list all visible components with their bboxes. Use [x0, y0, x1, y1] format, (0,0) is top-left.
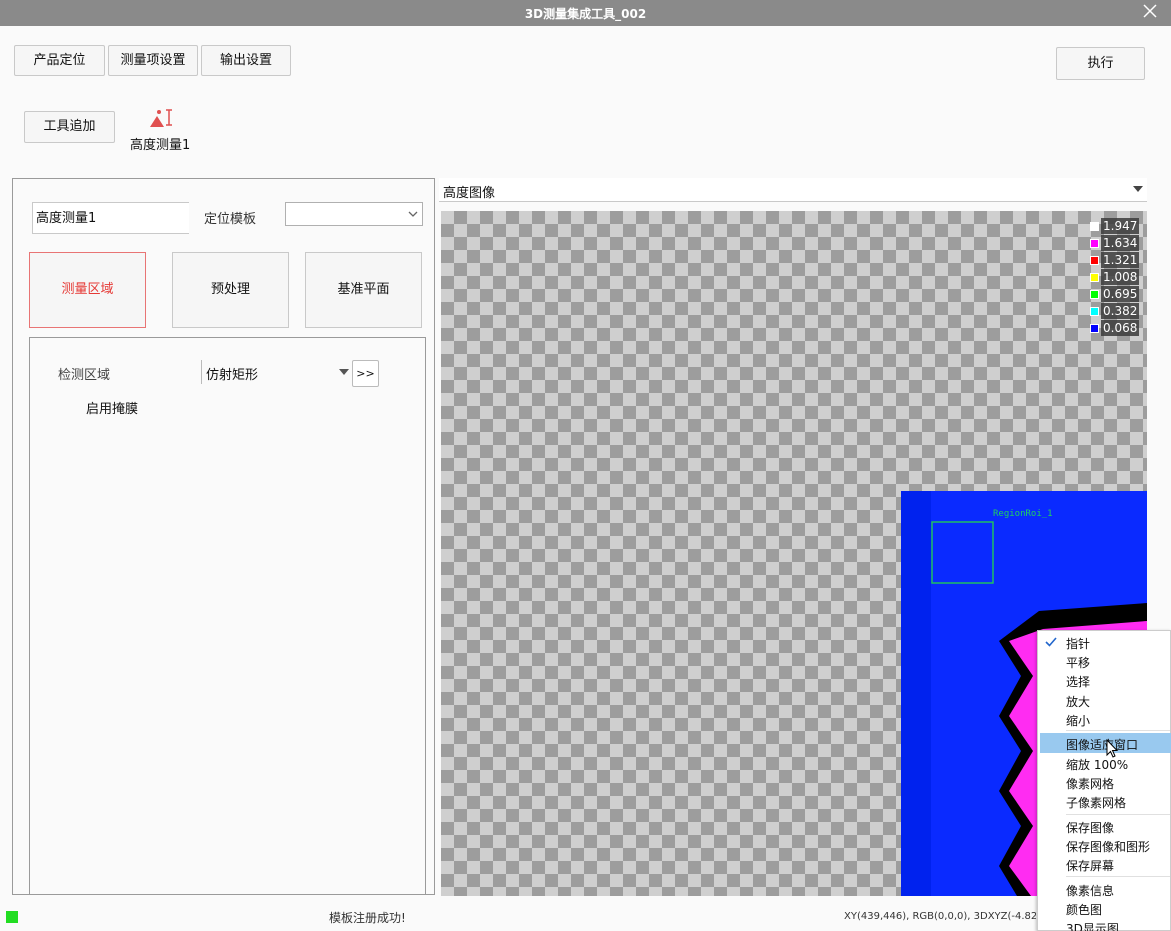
tab-output-settings[interactable]: 输出设置 — [201, 45, 291, 76]
legend-value: 1.008 — [1101, 269, 1140, 285]
tool-item-label[interactable]: 高度测量1 — [130, 134, 190, 153]
legend-swatch — [1090, 273, 1099, 282]
enable-mask-label[interactable]: 启用掩膜 — [86, 398, 138, 417]
status-coordinates: XY(439,446), RGB(0,0,0), 3DXYZ(-4.828,-1… — [844, 911, 1036, 922]
roi-label: RegionRoi_1 — [993, 509, 1053, 519]
menu-item-pixel-grid[interactable]: 像素网格 — [1066, 775, 1114, 792]
dropdown-arrow-icon — [1133, 186, 1143, 192]
menu-item-pan[interactable]: 平移 — [1066, 654, 1090, 671]
menu-item-zoom-out[interactable]: 缩小 — [1066, 712, 1090, 729]
mouse-cursor-icon — [1106, 739, 1119, 758]
section-preprocess-button[interactable]: 预处理 — [172, 252, 289, 328]
legend-value: 1.947 — [1101, 218, 1140, 234]
menu-item-save-image-graphics[interactable]: 保存图像和图形 — [1066, 838, 1150, 855]
legend-row: 1.321 — [1088, 252, 1140, 269]
menu-separator — [1066, 876, 1170, 877]
menu-item-pointer[interactable]: 指针 — [1066, 635, 1090, 652]
status-message: 模板注册成功! — [329, 911, 406, 925]
section-reference-plane-button[interactable]: 基准平面 — [305, 252, 422, 328]
menu-item-3d-view[interactable]: 3D显示图 — [1066, 920, 1119, 931]
menu-separator — [1066, 730, 1170, 731]
legend-row: 1.634 — [1088, 235, 1140, 252]
image-type-select[interactable]: 高度图像 — [439, 178, 1147, 202]
section-measure-area-button[interactable]: 测量区域 — [29, 252, 146, 328]
detect-area-select[interactable]: 仿射矩形 — [201, 360, 351, 384]
locate-template-label: 定位模板 — [204, 212, 257, 227]
legend-swatch — [1090, 290, 1099, 299]
chevron-down-icon — [408, 211, 418, 217]
legend-swatch — [1090, 324, 1099, 333]
tool-name-input[interactable]: 高度测量1 — [32, 202, 189, 234]
window-title: 3D测量集成工具_002 — [524, 7, 647, 21]
tab-measure-settings[interactable]: 测量项设置 — [108, 45, 198, 76]
legend-row: 0.382 — [1088, 303, 1140, 320]
image-type-value: 高度图像 — [443, 186, 496, 201]
legend-row: 1.947 — [1088, 218, 1140, 235]
measure-area-panel — [29, 337, 426, 895]
dropdown-arrow-icon — [339, 369, 349, 375]
tab-product-positioning[interactable]: 产品定位 — [14, 45, 105, 76]
close-icon[interactable] — [1141, 2, 1159, 20]
legend-swatch — [1090, 256, 1099, 265]
height-color-legend: 1.947 1.634 1.321 1.008 0.695 0.382 0.06… — [1088, 218, 1140, 337]
legend-swatch — [1090, 222, 1099, 231]
legend-row: 0.695 — [1088, 286, 1140, 303]
legend-value: 0.068 — [1101, 320, 1140, 336]
add-tool-button[interactable]: 工具追加 — [24, 111, 115, 143]
menu-item-subpixel-grid[interactable]: 子像素网格 — [1066, 794, 1126, 811]
legend-value: 0.695 — [1101, 286, 1140, 302]
menu-item-save-screen[interactable]: 保存屏幕 — [1066, 857, 1114, 874]
menu-item-zoom-in[interactable]: 放大 — [1066, 693, 1090, 710]
locate-template-select[interactable] — [285, 202, 423, 226]
legend-value: 1.321 — [1101, 252, 1140, 268]
menu-item-fit-window[interactable]: 图像适应窗口 — [1066, 736, 1138, 753]
more-options-button[interactable]: >> — [352, 360, 379, 387]
menu-item-pixel-info[interactable]: 像素信息 — [1066, 882, 1114, 899]
menu-item-save-image[interactable]: 保存图像 — [1066, 819, 1114, 836]
legend-swatch — [1090, 239, 1099, 248]
viewer-context-menu: 指针 平移 选择 放大 缩小 图像适应窗口 缩放 100% 像素网格 子像素网格… — [1037, 630, 1171, 931]
legend-row: 0.068 — [1088, 320, 1140, 337]
menu-item-color-map[interactable]: 颜色图 — [1066, 901, 1102, 918]
execute-button[interactable]: 执行 — [1056, 47, 1145, 80]
menu-item-select[interactable]: 选择 — [1066, 673, 1090, 690]
status-indicator — [6, 911, 18, 923]
legend-value: 1.634 — [1101, 235, 1140, 251]
legend-swatch — [1090, 307, 1099, 316]
detect-area-value: 仿射矩形 — [206, 368, 259, 383]
menu-separator — [1066, 814, 1170, 815]
legend-value: 0.382 — [1101, 303, 1140, 319]
title-bar: 3D测量集成工具_002 — [0, 0, 1171, 26]
legend-row: 1.008 — [1088, 269, 1140, 286]
checkmark-icon — [1045, 637, 1057, 647]
detect-area-label: 检测区域 — [58, 368, 111, 383]
height-measure-icon[interactable] — [148, 107, 174, 129]
